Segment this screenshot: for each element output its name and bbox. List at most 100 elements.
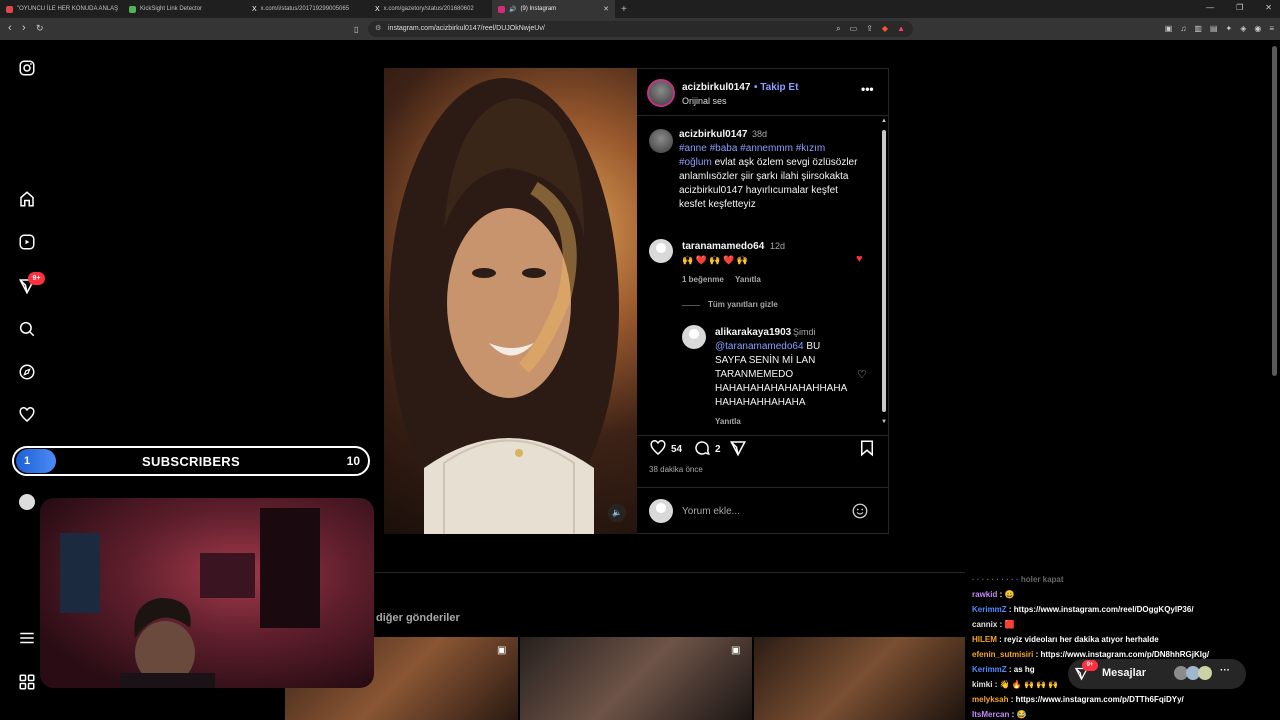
reload-icon[interactable]: ↻: [36, 23, 44, 34]
share-icon[interactable]: ⇪: [866, 24, 873, 34]
home-icon[interactable]: [17, 189, 37, 209]
caption-hashtag-oglum[interactable]: #oğlum: [679, 157, 712, 168]
also-from-meta-icon[interactable]: [17, 672, 37, 692]
browser-tab-2[interactable]: KickSight Link Detector: [123, 0, 246, 18]
chat-message: ItsMercan : 😂: [972, 707, 1272, 720]
share-icon[interactable]: [729, 439, 747, 462]
chat-text: : 👋 🔥 🙌 🙌 🙌: [992, 680, 1059, 689]
menu-icon[interactable]: ≡: [1269, 24, 1274, 33]
more-options-icon[interactable]: ···: [1220, 665, 1230, 676]
chat-username[interactable]: KerimmZ: [972, 665, 1007, 674]
author-avatar[interactable]: [647, 79, 675, 107]
browser-tab-1[interactable]: "OYUNCU İLE HER KONUDA ANLAŞ: [0, 0, 123, 18]
browser-tab-3[interactable]: Xx.com/i/status/201719299005065: [246, 0, 369, 18]
replier-avatar[interactable]: [682, 325, 706, 349]
save-bookmark-icon[interactable]: [858, 439, 876, 462]
comment-liked-heart-icon[interactable]: ♥: [856, 253, 863, 265]
comment-like-count[interactable]: 1 beğenme: [682, 275, 724, 284]
section-divider: [375, 572, 965, 573]
instagram-logo-icon[interactable]: [17, 58, 37, 78]
comment-username[interactable]: taranamamedo64: [682, 241, 764, 252]
reels-icon[interactable]: [17, 232, 37, 252]
chat-username[interactable]: efenin_sutmisiri: [972, 650, 1033, 659]
profile-icon[interactable]: ◉: [1254, 24, 1261, 33]
reply-time: Şimdi: [793, 327, 816, 337]
search-icon[interactable]: [17, 319, 37, 339]
caption-line: anlamlısözler şiir şarkı ilahi şiirsokak…: [679, 171, 849, 182]
chat-text: : 😂: [1009, 710, 1027, 719]
scroll-up-icon[interactable]: ▲: [881, 118, 887, 124]
browser-tab-4[interactable]: Xx.com/gazetory/status/201680602: [369, 0, 492, 18]
comment-reply-button[interactable]: Yanıtla: [735, 275, 761, 284]
caption-avatar[interactable]: [649, 129, 673, 153]
vpn-icon[interactable]: ◈: [1240, 24, 1246, 33]
chat-message: cannix : 🟥: [972, 617, 1272, 632]
music-icon[interactable]: ♫: [1180, 24, 1186, 33]
sidebar-toggle-icon[interactable]: ▣: [1165, 24, 1173, 33]
speaker-icon: 🔊: [509, 6, 517, 13]
commenter-avatar[interactable]: [649, 239, 673, 263]
notifications-heart-icon[interactable]: [17, 405, 37, 425]
reply-reply-button[interactable]: Yanıtla: [715, 417, 741, 426]
comment-input[interactable]: Yorum ekle...: [682, 506, 740, 517]
caption-username[interactable]: acizbirkul0147: [679, 129, 747, 140]
comment-bubble-icon[interactable]: [693, 439, 711, 462]
chat-username[interactable]: rawkid: [972, 590, 997, 599]
post-thumbnail[interactable]: ▣: [520, 637, 752, 720]
reply-mention[interactable]: @taranamamedo64: [715, 341, 804, 352]
hide-replies-button[interactable]: Tüm yanıtları gizle: [708, 300, 778, 309]
new-tab-icon[interactable]: +: [621, 4, 627, 15]
site-info-icon[interactable]: ⚙: [375, 24, 381, 32]
x-logo-icon: X: [375, 5, 380, 13]
emoji-picker-icon[interactable]: [851, 502, 869, 525]
page-scrollbar[interactable]: [1272, 46, 1277, 376]
chat-username[interactable]: HILEM: [972, 635, 997, 644]
restore-icon[interactable]: ❐: [1236, 3, 1243, 12]
chat-username[interactable]: KerimmZ: [972, 605, 1007, 614]
brave-rewards-icon[interactable]: ▲: [897, 24, 905, 34]
scroll-down-icon[interactable]: ▼: [881, 419, 887, 425]
bookmark-icon[interactable]: ▯: [354, 24, 358, 35]
audio-toggle-icon[interactable]: 🔈: [608, 504, 626, 522]
comment-count[interactable]: 2: [715, 444, 721, 455]
cast-icon[interactable]: ▭: [850, 24, 858, 34]
chat-text: : https://www.instagram.com/p/DTTh6FqiDY…: [1008, 695, 1184, 704]
stream-chat-overlay: · · · · · · · · · · holer kapat rawkid : …: [972, 572, 1272, 720]
wallet-icon[interactable]: ▤: [1210, 24, 1218, 33]
post-thumbnail[interactable]: [754, 637, 965, 720]
reply-username[interactable]: alikarakaya1903: [715, 327, 791, 338]
audio-label[interactable]: Orijinal ses: [682, 96, 727, 106]
browser-toolbar: ‹ › ↻ ▯ ⚙ instagram.com/acizbirkul0147/r…: [0, 18, 1280, 40]
browser-tab-instagram[interactable]: 🔊 (9) Instagram ✕: [492, 0, 615, 18]
follow-button[interactable]: • Takip Et: [754, 82, 798, 93]
address-bar[interactable]: ⚙ instagram.com/acizbirkul0147/reel/DUJO…: [368, 21, 913, 37]
more-options-icon[interactable]: •••: [861, 82, 874, 96]
chat-username[interactable]: melyksah: [972, 695, 1008, 704]
chat-username[interactable]: cannix: [972, 620, 997, 629]
messages-button[interactable]: 9+ Mesajlar ···: [1068, 659, 1246, 689]
comments-scrollbar[interactable]: ▲ ▼: [881, 118, 887, 428]
more-menu-icon[interactable]: [17, 628, 37, 648]
caption-hashtags[interactable]: #anne #baba #annemmm #kızım: [679, 143, 825, 154]
chat-username[interactable]: ItsMercan: [972, 710, 1009, 719]
reply-like-heart-icon[interactable]: ♡: [857, 368, 867, 381]
explore-icon[interactable]: [17, 362, 37, 382]
close-tab-icon[interactable]: ✕: [603, 5, 609, 13]
author-username[interactable]: acizbirkul0147: [682, 82, 750, 93]
chat-username[interactable]: kimki: [972, 680, 992, 689]
brave-shield-icon[interactable]: ◆: [882, 24, 888, 34]
forward-icon[interactable]: ›: [22, 23, 26, 34]
url-text: instagram.com/acizbirkul0147/reel/DUJOkN…: [388, 25, 545, 32]
back-icon[interactable]: ‹: [8, 23, 12, 34]
like-heart-icon[interactable]: [649, 439, 667, 462]
panel-divider: [637, 487, 888, 488]
reel-video[interactable]: [384, 68, 637, 534]
minimize-icon[interactable]: —: [1206, 3, 1214, 12]
profile-avatar-icon[interactable]: [17, 492, 37, 512]
panel-icon[interactable]: ▥: [1194, 24, 1202, 33]
zoom-icon[interactable]: ⌕: [836, 24, 840, 34]
close-window-icon[interactable]: ✕: [1265, 3, 1272, 12]
scrollbar-thumb[interactable]: [882, 130, 886, 412]
extensions-icon[interactable]: ✦: [1225, 24, 1232, 33]
like-count[interactable]: 54: [671, 444, 682, 455]
